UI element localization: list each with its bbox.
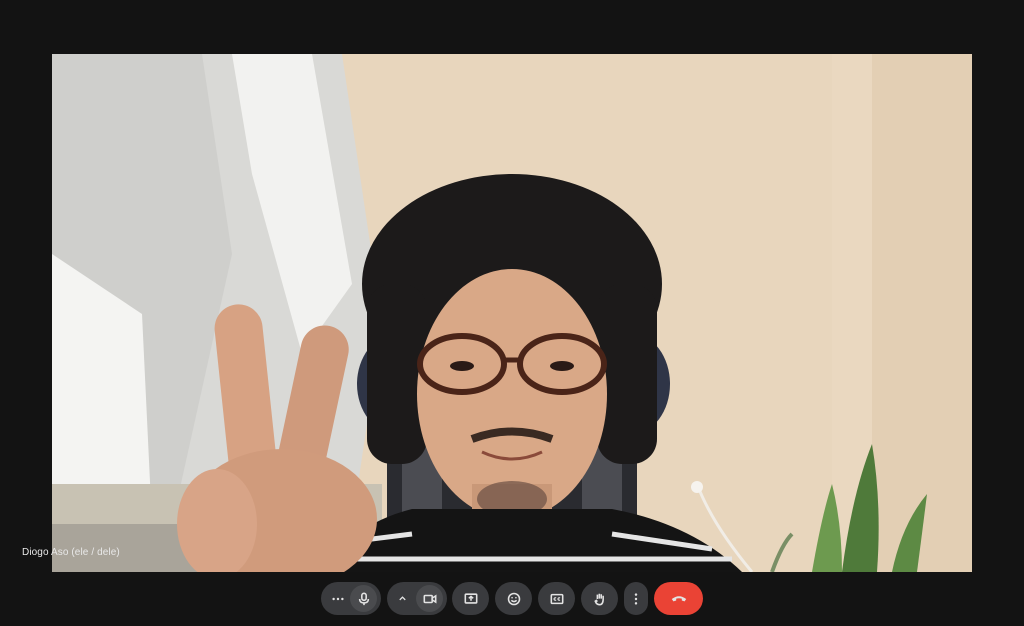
camera-button[interactable]: [416, 585, 443, 612]
hand-icon: [593, 593, 604, 605]
participant-video[interactable]: [52, 54, 972, 572]
present-screen-button[interactable]: [452, 582, 489, 615]
leave-call-button[interactable]: [654, 582, 703, 615]
meeting-stage: Diogo Aso (ele / dele): [0, 0, 1024, 626]
captions-button[interactable]: [538, 582, 575, 615]
call-controls-bar: [0, 582, 1024, 616]
microphone-icon: [358, 592, 369, 605]
participant-name-label: Diogo Aso (ele / dele): [22, 547, 120, 558]
hang-up-icon: [671, 595, 686, 601]
audio-controls-group: [321, 582, 381, 615]
chevron-up-icon: [399, 596, 406, 601]
video-camera-icon: [423, 594, 436, 603]
microphone-button[interactable]: [350, 585, 377, 612]
present-screen-icon: [464, 592, 477, 604]
camera-options-button[interactable]: [397, 593, 408, 604]
audio-more-button[interactable]: [331, 592, 345, 606]
vertical-dots-icon: [634, 592, 638, 605]
camera-controls-group: [387, 582, 447, 615]
raise-hand-button[interactable]: [581, 582, 618, 615]
reactions-button[interactable]: [495, 582, 532, 615]
ellipsis-icon: [332, 597, 344, 600]
video-frame-illustration: [52, 54, 972, 572]
captions-icon: [550, 593, 563, 604]
more-options-button[interactable]: [624, 582, 648, 615]
emoji-icon: [507, 592, 520, 605]
